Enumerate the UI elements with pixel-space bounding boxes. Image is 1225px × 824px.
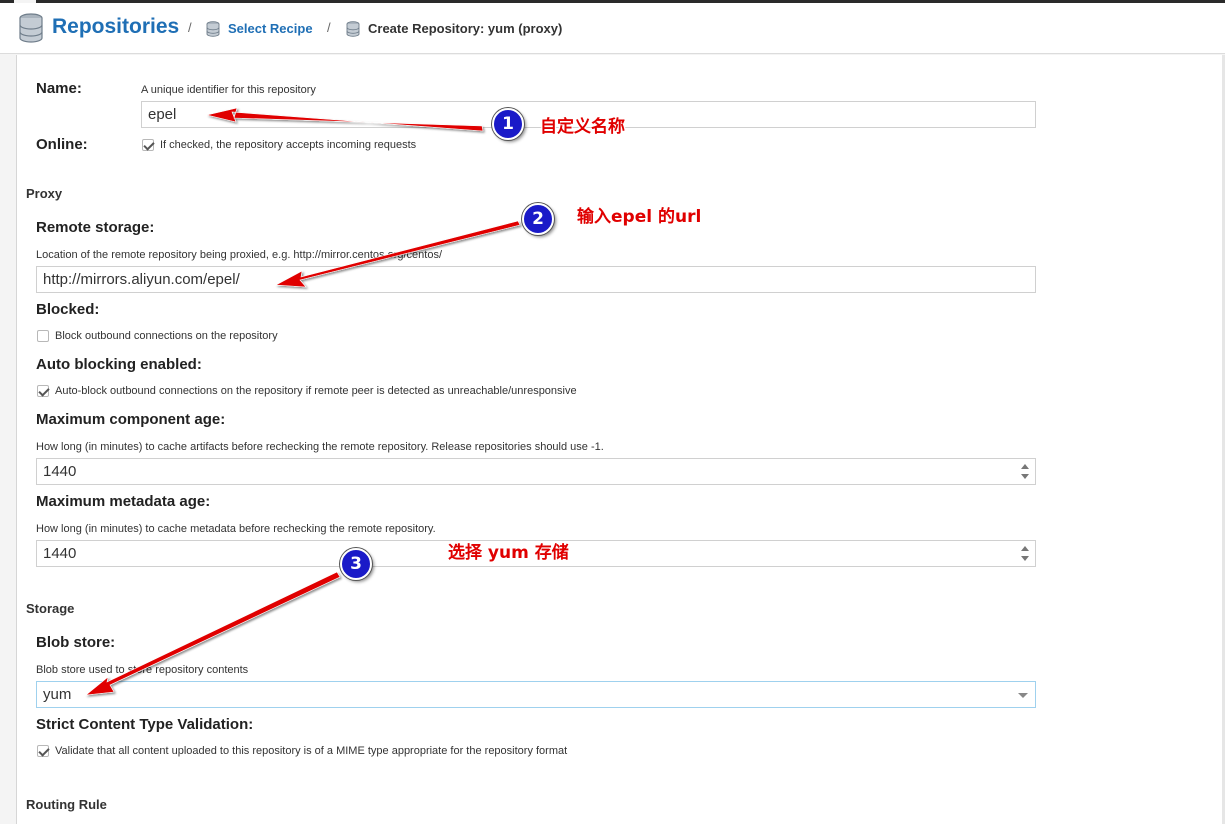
max-metadata-age-help: How long (in minutes) to cache metadata … bbox=[36, 523, 436, 535]
max-metadata-age-value: 1440 bbox=[43, 545, 77, 562]
online-checkbox-row: If checked, the repository accepts incom… bbox=[142, 139, 416, 151]
max-component-age-help: How long (in minutes) to cache artifacts… bbox=[36, 441, 604, 453]
stepper-icon[interactable] bbox=[1021, 463, 1029, 480]
breadcrumb-separator: / bbox=[327, 20, 331, 35]
chevron-down-icon[interactable] bbox=[1018, 693, 1028, 698]
blocked-label: Blocked: bbox=[36, 301, 100, 318]
breadcrumb-current: Create Repository: yum (proxy) bbox=[368, 21, 563, 36]
auto-blocking-checkbox[interactable] bbox=[37, 385, 49, 397]
auto-blocking-help: Auto-block outbound connections on the r… bbox=[55, 385, 577, 397]
max-component-age-input[interactable]: 1440 bbox=[36, 458, 1036, 485]
blob-store-select[interactable]: yum bbox=[36, 681, 1036, 708]
blob-store-value: yum bbox=[43, 686, 72, 703]
strict-validation-label: Strict Content Type Validation: bbox=[36, 716, 254, 733]
blob-store-help: Blob store used to store repository cont… bbox=[36, 664, 249, 676]
stepper-icon[interactable] bbox=[1021, 545, 1029, 562]
breadcrumb-separator: / bbox=[188, 20, 192, 35]
remote-storage-input[interactable]: http://mirrors.aliyun.com/epel/ bbox=[36, 266, 1036, 293]
proxy-section-title: Proxy bbox=[26, 186, 63, 201]
annotation-text-3: 选择 yum 存储 bbox=[448, 543, 569, 563]
database-icon bbox=[18, 13, 44, 43]
online-label: Online: bbox=[36, 136, 88, 153]
auto-blocking-label: Auto blocking enabled: bbox=[36, 356, 202, 373]
blocked-help: Block outbound connections on the reposi… bbox=[55, 330, 278, 342]
annotation-badge-2: 2 bbox=[522, 203, 554, 235]
database-icon bbox=[346, 21, 360, 37]
blocked-checkbox[interactable] bbox=[37, 330, 49, 342]
annotation-badge-1: 1 bbox=[492, 108, 524, 140]
strict-validation-checkbox[interactable] bbox=[37, 745, 49, 757]
name-label: Name: bbox=[36, 80, 82, 97]
strict-validation-checkbox-row: Validate that all content uploaded to th… bbox=[37, 745, 567, 757]
strict-validation-help: Validate that all content uploaded to th… bbox=[55, 745, 568, 757]
annotation-text-2: 输入epel 的url bbox=[577, 207, 702, 227]
name-help: A unique identifier for this repository bbox=[141, 84, 316, 96]
storage-section-title: Storage bbox=[26, 601, 75, 616]
remote-storage-label: Remote storage: bbox=[36, 219, 155, 236]
create-repository-form bbox=[16, 55, 1225, 824]
breadcrumb: Repositories / Select Recipe / Create Re… bbox=[0, 3, 1225, 54]
routing-section-title: Routing Rule bbox=[26, 797, 107, 812]
page-title[interactable]: Repositories bbox=[52, 15, 179, 39]
online-checkbox[interactable] bbox=[142, 139, 154, 151]
max-component-age-label: Maximum component age: bbox=[36, 411, 226, 428]
blocked-checkbox-row: Block outbound connections on the reposi… bbox=[37, 330, 278, 342]
annotation-badge-3: 3 bbox=[340, 548, 372, 580]
max-metadata-age-label: Maximum metadata age: bbox=[36, 493, 211, 510]
max-component-age-value: 1440 bbox=[43, 463, 77, 480]
remote-storage-help: Location of the remote repository being … bbox=[36, 249, 442, 261]
online-help: If checked, the repository accepts incom… bbox=[160, 139, 417, 151]
breadcrumb-select-recipe[interactable]: Select Recipe bbox=[228, 21, 313, 36]
database-icon bbox=[206, 21, 220, 37]
annotation-text-1: 自定义名称 bbox=[540, 117, 625, 137]
blob-store-label: Blob store: bbox=[36, 634, 116, 651]
auto-blocking-checkbox-row: Auto-block outbound connections on the r… bbox=[37, 385, 577, 397]
